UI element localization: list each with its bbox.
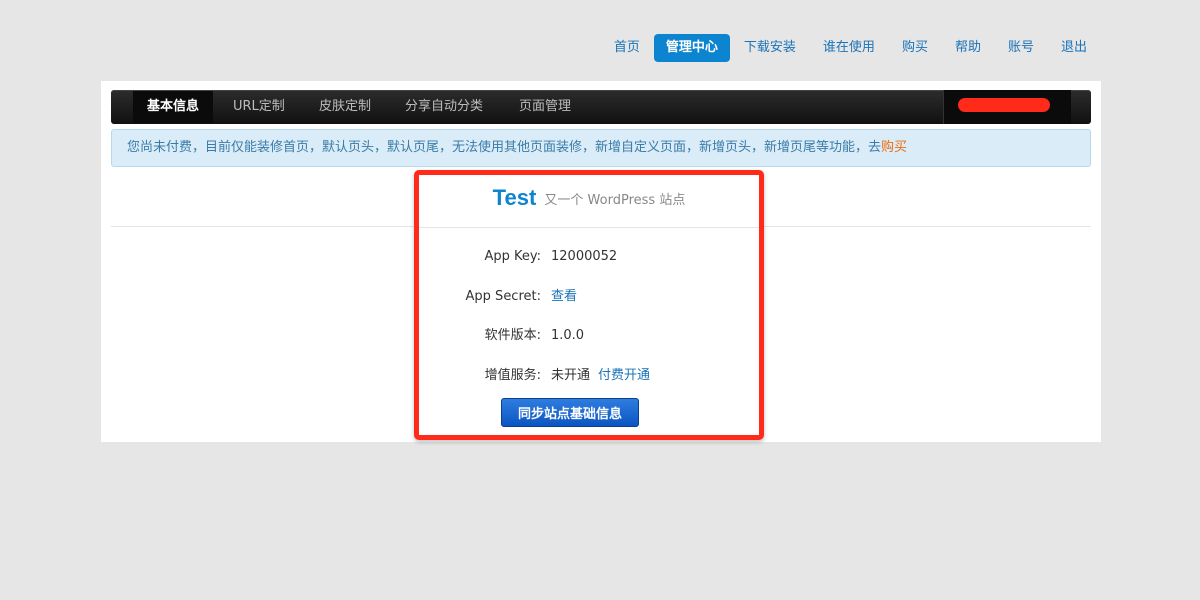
site-subtitle: 又一个 WordPress 站点 (544, 192, 686, 208)
notice-buy-link[interactable]: 购买 (881, 140, 907, 155)
pay-activate-link[interactable]: 付费开通 (598, 368, 650, 383)
notice-text: 您尚未付费，目前仅能装修首页，默认页头，默认页尾，无法使用其他页面装修，新增自定… (127, 140, 882, 155)
site-name: Test (492, 185, 537, 210)
tab-skin-custom[interactable]: 皮肤定制 (305, 91, 385, 123)
tab-bar: 基本信息 URL定制 皮肤定制 分享自动分类 页面管理 (111, 90, 1091, 124)
app-key-label: App Key: (484, 249, 541, 264)
tab-share-auto-category[interactable]: 分享自动分类 (391, 91, 497, 123)
site-header: Test 又一个 WordPress 站点 (419, 185, 759, 211)
app-key-value: 12000052 (551, 249, 618, 264)
account-cell[interactable] (943, 90, 1071, 124)
card-divider (419, 227, 759, 228)
row-service: 增值服务: 未开通 付费开通 (419, 366, 759, 386)
app-secret-value: 查看 (551, 287, 577, 307)
nav-logout[interactable]: 退出 (1048, 34, 1100, 62)
nav-home[interactable]: 首页 (601, 34, 653, 62)
nav-admin-center[interactable]: 管理中心 (653, 34, 730, 62)
nav-help[interactable]: 帮助 (942, 34, 994, 62)
nav-download[interactable]: 下载安装 (731, 34, 809, 62)
payment-notice: 您尚未付费，目前仅能装修首页，默认页头，默认页尾，无法使用其他页面装修，新增自定… (111, 129, 1091, 167)
row-app-secret: App Secret: 查看 (419, 287, 759, 307)
tab-url-custom[interactable]: URL定制 (219, 91, 299, 123)
service-label: 增值服务: (484, 368, 541, 383)
nav-buy[interactable]: 购买 (889, 34, 941, 62)
view-secret-link[interactable]: 查看 (551, 289, 577, 304)
service-value-wrap: 未开通 付费开通 (551, 366, 650, 386)
site-info-card: Test 又一个 WordPress 站点 App Key: 12000052 … (414, 170, 764, 440)
tab-basic-info[interactable]: 基本信息 (133, 91, 214, 123)
sync-site-info-button[interactable]: 同步站点基础信息 (501, 398, 639, 427)
row-app-key: App Key: 12000052 (419, 247, 759, 267)
redaction-mark (958, 98, 1050, 112)
nav-who-uses[interactable]: 谁在使用 (810, 34, 888, 62)
app-secret-label: App Secret: (465, 289, 541, 304)
service-status: 未开通 (551, 368, 591, 383)
version-value: 1.0.0 (551, 328, 585, 343)
top-nav: 首页 管理中心 下载安装 谁在使用 购买 帮助 账号 退出 (600, 34, 1100, 62)
tab-page-manage[interactable]: 页面管理 (505, 91, 585, 123)
row-version: 软件版本: 1.0.0 (419, 326, 759, 346)
nav-account[interactable]: 账号 (995, 34, 1047, 62)
version-label: 软件版本: (484, 328, 541, 343)
